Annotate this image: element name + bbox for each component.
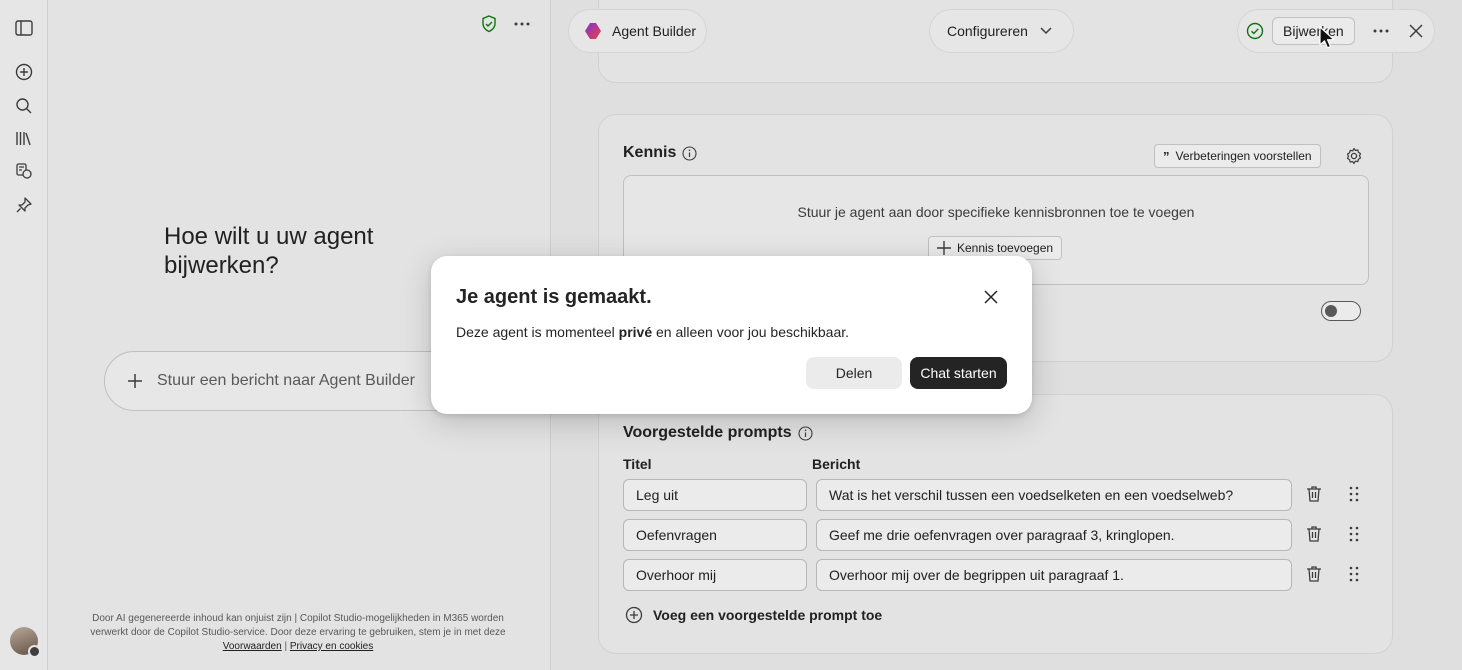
mouse-cursor-icon — [1319, 26, 1335, 50]
dialog-message-emphasis: privé — [618, 324, 653, 340]
dialog-message-suffix: en alleen voor jou beschikbaar. — [652, 324, 850, 340]
dialog-message-prefix: Deze agent is momenteel — [456, 324, 619, 340]
share-button[interactable]: Delen — [806, 357, 902, 389]
agent-created-dialog: Je agent is gemaakt. Deze agent is momen… — [431, 256, 1032, 414]
dialog-message: Deze agent is momenteel privé en alleen … — [456, 324, 849, 340]
close-icon[interactable] — [981, 287, 1001, 307]
start-chat-button[interactable]: Chat starten — [910, 357, 1007, 389]
dialog-title: Je agent is gemaakt. — [456, 286, 652, 308]
